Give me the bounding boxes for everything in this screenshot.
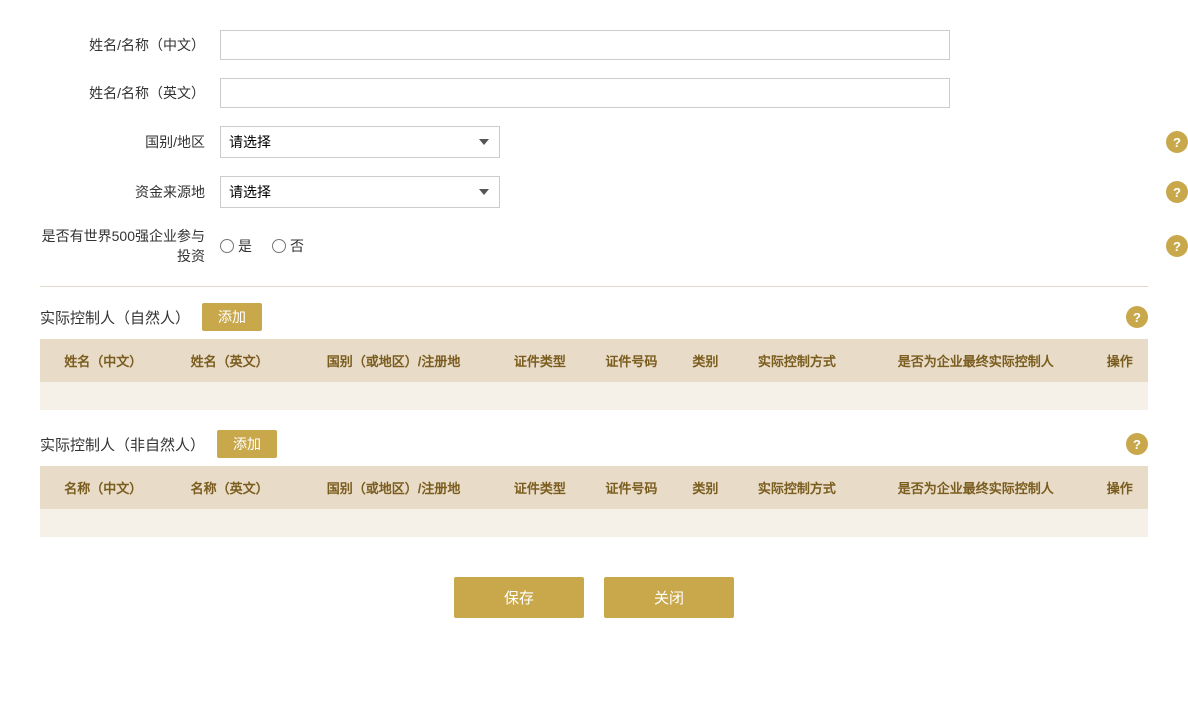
col-is-final: 是否为企业最终实际控制人 [860,339,1091,382]
section1-add-button[interactable]: 添加 [202,303,262,331]
country-help-icon[interactable]: ? [1166,131,1188,153]
section2-title: 实际控制人（非自然人） [40,434,205,455]
col-name-en: 姓名（英文） [166,339,292,382]
country-label: 国别/地区 [40,132,220,152]
fortune500-no-option[interactable]: 否 [272,236,304,256]
name-en-label: 姓名/名称（英文） [40,83,220,103]
col2-is-final: 是否为企业最终实际控制人 [860,466,1091,509]
col2-name-en: 名称（英文） [166,466,292,509]
section2-help-icon[interactable]: ? [1126,433,1148,455]
section2-table: 名称（中文） 名称（英文） 国别（或地区）/注册地 证件类型 证件号码 类别 实… [40,466,1148,537]
col2-country: 国别（或地区）/注册地 [293,466,494,509]
section1-help-icon[interactable]: ? [1126,306,1148,328]
col-cert-type: 证件类型 [494,339,585,382]
save-button[interactable]: 保存 [454,577,584,618]
col-control-method: 实际控制方式 [734,339,860,382]
col-operation: 操作 [1091,339,1148,382]
section2-add-button[interactable]: 添加 [217,430,277,458]
fortune500-radio-group: 是 否 [220,236,304,256]
col2-control-method: 实际控制方式 [734,466,860,509]
country-select[interactable]: 请选择 [220,126,500,158]
section1-empty-row [40,382,1148,410]
section1-title: 实际控制人（自然人） [40,307,190,328]
col-name-cn: 姓名（中文） [40,339,166,382]
fortune500-yes-label: 是 [238,236,252,256]
col2-name-cn: 名称（中文） [40,466,166,509]
col-country: 国别（或地区）/注册地 [293,339,494,382]
fortune500-help-icon[interactable]: ? [1166,235,1188,257]
fortune500-yes-option[interactable]: 是 [220,236,252,256]
fortune500-no-label: 否 [290,236,304,256]
col2-cert-no: 证件号码 [586,466,677,509]
close-button[interactable]: 关闭 [604,577,734,618]
fund-source-help-icon[interactable]: ? [1166,181,1188,203]
col2-operation: 操作 [1091,466,1148,509]
col-cert-no: 证件号码 [586,339,677,382]
name-en-input[interactable] [220,78,950,108]
footer-buttons: 保存 关闭 [40,577,1148,618]
section2-empty-row [40,509,1148,537]
name-cn-label: 姓名/名称（中文） [40,35,220,55]
fortune500-label: 是否有世界500强企业参与投资 [40,226,220,266]
col-category: 类别 [677,339,734,382]
section1-table: 姓名（中文） 姓名（英文） 国别（或地区）/注册地 证件类型 证件号码 类别 实… [40,339,1148,410]
col2-cert-type: 证件类型 [494,466,585,509]
fund-source-select[interactable]: 请选择 [220,176,500,208]
col2-category: 类别 [677,466,734,509]
fortune500-no-radio[interactable] [272,239,286,253]
fund-source-label: 资金来源地 [40,182,220,202]
fortune500-yes-radio[interactable] [220,239,234,253]
name-cn-input[interactable] [220,30,950,60]
